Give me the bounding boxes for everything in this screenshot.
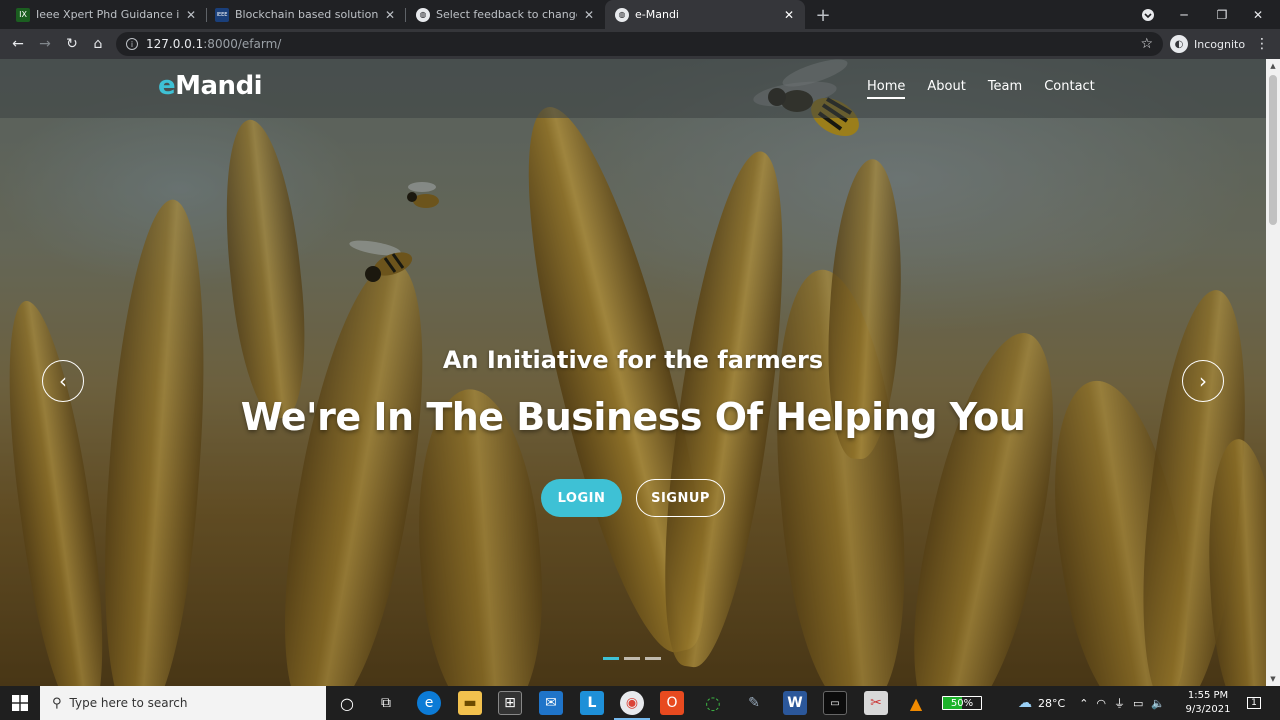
notification-center-icon[interactable]: 1 [1244, 693, 1264, 713]
tab-title: Select feedback to change | Djan [436, 8, 577, 21]
power-plug-icon[interactable]: ⏚ [1114, 695, 1125, 711]
tab-title: Ieee Xpert Phd Guidance in Chen [36, 8, 179, 21]
clock-date: 9/3/2021 [1185, 704, 1231, 715]
office-icon[interactable]: O [660, 691, 684, 715]
close-tab-icon[interactable]: ✕ [183, 7, 199, 23]
incognito-label: Incognito [1194, 37, 1246, 51]
clock-time: 1:55 PM [1187, 690, 1229, 701]
carousel-next-button[interactable]: › [1182, 360, 1224, 402]
browser-tab-strip: IX Ieee Xpert Phd Guidance in Chen ✕ IEE… [0, 0, 1280, 29]
lync-icon[interactable]: L [580, 691, 604, 715]
store-icon[interactable]: ⊞ [498, 691, 522, 715]
signup-button[interactable]: SIGNUP [636, 479, 725, 517]
start-button[interactable] [0, 686, 40, 720]
new-tab-button[interactable]: + [812, 4, 834, 26]
globe-icon: ◍ [416, 7, 430, 22]
site-header: eMandi Home About Team Contact [0, 59, 1266, 118]
ieee-xpert-favicon-icon: IX [16, 7, 30, 22]
page-viewport: eMandi Home About Team Contact An Initia… [0, 59, 1266, 686]
windows-logo-icon [12, 695, 28, 711]
tab-blockchain[interactable]: IEEE Blockchain based solution to imp ✕ [207, 0, 406, 29]
cortana-icon[interactable]: ○ [335, 691, 359, 715]
chrome-icon[interactable]: ◉ [620, 691, 644, 715]
browser-menu-icon[interactable]: ⋮ [1252, 32, 1272, 56]
hero-subtitle: An Initiative for the farmers [442, 346, 824, 374]
hero-title: We're In The Business Of Helping You [240, 395, 1026, 439]
login-button[interactable]: LOGIN [541, 479, 622, 517]
tab-search-chevron-icon[interactable] [1130, 0, 1166, 29]
carousel-dot[interactable] [603, 657, 619, 660]
url-path: :8000/efarm/ [203, 37, 282, 51]
scroll-down-arrow-icon[interactable]: ▼ [1266, 672, 1280, 686]
minimize-button[interactable]: ─ [1166, 0, 1202, 29]
reload-icon[interactable]: ↻ [60, 32, 84, 56]
incognito-indicator[interactable]: ◐ Incognito [1170, 32, 1245, 56]
forward-arrow-icon[interactable]: → [33, 32, 57, 56]
scrollbar-thumb[interactable] [1269, 75, 1277, 225]
battery-meter[interactable]: 50% [942, 696, 982, 710]
site-info-icon[interactable]: i [126, 38, 138, 50]
task-view-icon[interactable]: ⧉ [374, 691, 398, 715]
nav-home[interactable]: Home [867, 79, 906, 99]
ieee-favicon-icon: IEEE [215, 7, 229, 22]
carousel-dot[interactable] [624, 657, 640, 660]
url-host: 127.0.0.1 [146, 37, 204, 51]
back-arrow-icon[interactable]: ← [6, 32, 30, 56]
close-window-button[interactable]: ✕ [1240, 0, 1276, 29]
nav-contact[interactable]: Contact [1044, 79, 1095, 99]
file-explorer-icon[interactable]: ▬ [458, 691, 482, 715]
taskbar-search-box[interactable]: ⚲ Type here to search [40, 686, 326, 720]
scroll-up-arrow-icon[interactable]: ▲ [1266, 59, 1280, 73]
site-nav: Home About Team Contact [867, 79, 1117, 99]
chevron-left-icon: ‹ [59, 369, 67, 393]
battery-icon[interactable]: ▭ [1133, 697, 1143, 710]
site-logo[interactable]: eMandi [158, 71, 263, 101]
maximize-button[interactable]: ❐ [1204, 0, 1240, 29]
logo-text: Mandi [175, 71, 263, 101]
close-tab-icon[interactable]: ✕ [581, 7, 597, 23]
paint-icon[interactable]: ✎ [742, 691, 766, 715]
vlc-icon[interactable]: ▲ [904, 691, 928, 715]
tab-e-mandi[interactable]: ◍ e-Mandi ✕ [605, 0, 805, 29]
carousel-indicators [603, 657, 666, 660]
temperature[interactable]: 28°C [1038, 697, 1065, 710]
edge-icon[interactable]: e [417, 691, 441, 715]
terminal-icon[interactable]: ▭ [823, 691, 847, 715]
tab-title: e-Mandi [635, 8, 679, 21]
snipping-tool-icon[interactable]: ✂ [864, 691, 888, 715]
search-icon: ⚲ [52, 695, 62, 711]
wifi-icon[interactable]: ◠ [1096, 697, 1106, 710]
taskbar-clock[interactable]: 1:55 PM 9/3/2021 [1180, 689, 1236, 717]
bookmark-star-icon[interactable]: ☆ [1140, 36, 1153, 52]
nav-about[interactable]: About [927, 79, 965, 99]
weather-cloud-icon[interactable]: ☁ [1018, 695, 1032, 711]
tab-django-feedback[interactable]: ◍ Select feedback to change | Djan ✕ [406, 0, 605, 29]
nav-team[interactable]: Team [988, 79, 1022, 99]
close-tab-icon[interactable]: ✕ [781, 7, 797, 23]
chevron-right-icon: › [1199, 369, 1207, 393]
globe-icon: ◍ [615, 7, 629, 22]
windows-taskbar: ⚲ Type here to search ○ ⧉ e ▬ ⊞ ✉ L ◉ O … [0, 686, 1280, 720]
page-scrollbar[interactable]: ▲ ▼ [1266, 59, 1280, 686]
carousel-prev-button[interactable]: ‹ [42, 360, 84, 402]
close-tab-icon[interactable]: ✕ [382, 7, 398, 23]
address-bar[interactable]: i 127.0.0.1:8000/efarm/ ☆ [116, 32, 1163, 56]
chevron-up-icon[interactable]: ⌃ [1079, 697, 1088, 710]
tab-ieee-xpert[interactable]: IX Ieee Xpert Phd Guidance in Chen ✕ [0, 0, 207, 29]
home-icon[interactable]: ⌂ [86, 32, 110, 56]
notification-count: 1 [1247, 697, 1261, 709]
speaker-icon[interactable]: 🔈 [1151, 697, 1165, 710]
browser-toolbar: ← → ↻ ⌂ i 127.0.0.1:8000/efarm/ ☆ ◐ Inco… [0, 29, 1280, 59]
system-tray: ☁ 28°C ⌃ ◠ ⏚ ▭ 🔈 [1018, 686, 1165, 720]
incognito-icon: ◐ [1170, 35, 1188, 53]
taskbar-search-placeholder: Type here to search [69, 696, 188, 710]
logo-accent: e [158, 71, 176, 101]
word-icon[interactable]: W [783, 691, 807, 715]
green-circle-app-icon[interactable]: ◌ [701, 691, 725, 715]
carousel-dot[interactable] [645, 657, 661, 660]
tab-title: Blockchain based solution to imp [235, 8, 378, 21]
mail-icon[interactable]: ✉ [539, 691, 563, 715]
battery-percent: 50% [950, 697, 974, 709]
